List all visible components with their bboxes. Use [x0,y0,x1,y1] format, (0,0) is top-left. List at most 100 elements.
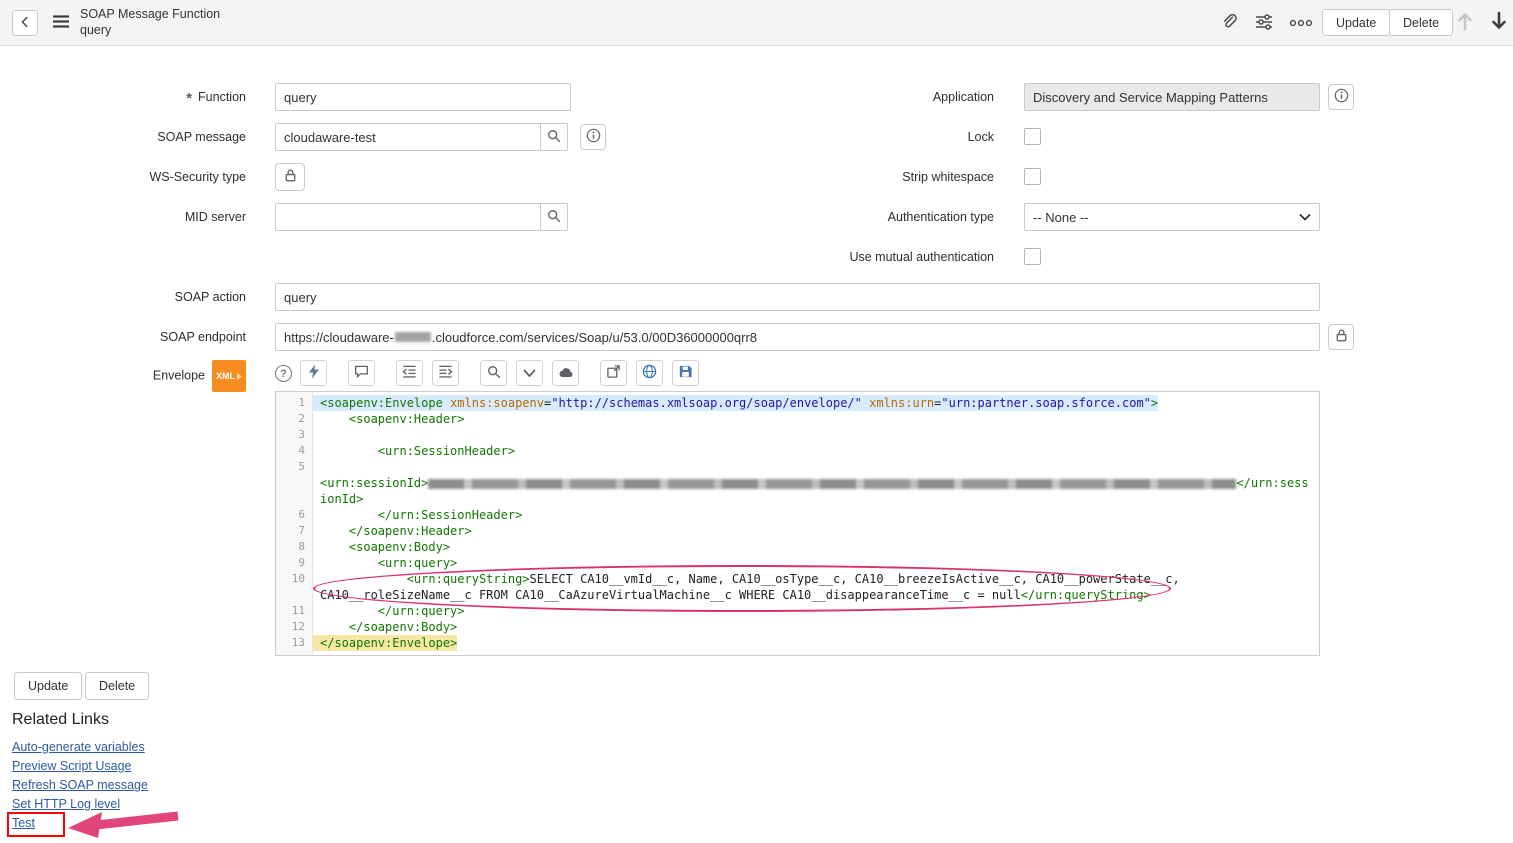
back-button[interactable] [12,10,38,36]
code-line: 3 [276,427,1319,443]
paperclip-icon [1220,13,1237,33]
hamburger-icon [52,14,70,32]
personalize-form-button[interactable] [1251,12,1277,34]
soap-message-input[interactable] [275,123,541,151]
application-input [1024,83,1320,111]
page-title: SOAP Message Function [80,6,220,22]
application-info-button[interactable] [1328,84,1354,110]
soap-endpoint-lock-button[interactable] [1328,324,1354,350]
strip-whitespace-checkbox[interactable] [1024,168,1041,185]
record-name: query [80,22,220,38]
footer-update-button[interactable]: Update [14,672,82,700]
related-link-refresh-soap-message[interactable]: Refresh SOAP message [12,778,148,792]
editor-search-button[interactable] [480,360,507,386]
shift-left-button[interactable] [396,360,423,386]
line-number [276,475,313,491]
code-line: 7 </soapenv:Header> [276,523,1319,539]
related-link-set-http-log-level[interactable]: Set HTTP Log level [12,797,120,811]
use-mutual-authentication-label: Use mutual authentication [700,243,994,271]
authentication-type-label: Authentication type [700,203,994,231]
lock-icon [283,168,298,186]
line-number: 4 [276,443,313,459]
envelope-code-editor[interactable]: 1<soapenv:Envelope xmlns:soapenv="http:/… [275,391,1320,656]
search-icon [547,129,561,146]
soap-action-label: SOAP action [0,283,246,311]
soap-endpoint-input[interactable]: https://cloudaware-.cloudforce.com/servi… [275,323,1320,351]
code-line: ionId> [276,491,1319,507]
code-line: 1<soapenv:Envelope xmlns:soapenv="http:/… [276,395,1319,411]
lock-checkbox[interactable] [1024,128,1041,145]
lock-label: Lock [700,123,994,151]
open-fullscreen-button[interactable] [600,360,627,386]
editor-help-icon[interactable]: ? [275,365,292,382]
code-line: 13</soapenv:Envelope> [276,635,1319,651]
globe-help-icon [642,364,657,382]
function-input[interactable] [275,83,571,111]
arrow-down-icon [1490,11,1508,34]
soap-message-function-page: SOAP Message Function query Update Delet… [0,0,1513,843]
code-line: 6 </urn:SessionHeader> [276,507,1319,523]
related-links-title: Related Links [12,711,109,729]
info-icon [586,128,601,146]
mid-server-label: MID server [0,203,246,231]
more-options-button[interactable] [1287,15,1315,31]
function-label: *Function [0,83,246,111]
shift-right-icon [438,364,453,382]
chevron-down-icon [1299,213,1311,221]
soap-message-label: SOAP message [0,123,246,151]
ws-security-type-button[interactable] [275,163,305,191]
badge-triangle-icon [237,373,242,380]
mid-server-input[interactable] [275,203,541,231]
editor-save-button[interactable] [672,360,699,386]
mandatory-indicator-icon: * [186,90,192,107]
strip-whitespace-label: Strip whitespace [700,163,994,191]
context-menu-button[interactable] [50,13,72,33]
back-chevron-icon [18,15,32,32]
code-line: <urn:sessionId></urn:sess [276,475,1319,491]
chevron-down-icon [523,366,536,381]
code-line: 9 <urn:query> [276,555,1319,571]
search-icon [487,365,501,382]
shift-right-button[interactable] [432,360,459,386]
line-number [276,491,313,507]
envelope-type-badge[interactable]: XML [212,360,246,392]
line-number: 3 [276,427,313,443]
soap-action-input[interactable] [275,283,1320,311]
attachments-button[interactable] [1216,12,1240,34]
mid-server-lookup-button[interactable] [540,203,568,231]
footer-delete-button[interactable]: Delete [85,672,149,700]
find-next-button[interactable] [516,360,543,386]
related-links-list: Auto-generate variables Preview Script Us… [12,740,148,835]
form-header: SOAP Message Function query Update Delet… [0,0,1513,46]
related-link-test[interactable]: Test [12,816,35,830]
cloud-icon [558,366,574,381]
related-link-preview-script-usage[interactable]: Preview Script Usage [12,759,132,773]
next-record-button[interactable] [1486,9,1512,35]
related-link-auto-generate-variables[interactable]: Auto-generate variables [12,740,145,754]
format-code-button[interactable] [300,360,327,386]
line-number: 11 [276,603,313,619]
code-line: 5 [276,459,1319,475]
header-update-button[interactable]: Update [1322,9,1390,36]
soap-message-lookup-button[interactable] [540,123,568,151]
authentication-type-value: -- None -- [1033,210,1089,225]
authentication-type-select[interactable]: -- None -- [1024,203,1320,231]
soap-endpoint-label: SOAP endpoint [0,323,246,351]
line-number: 6 [276,507,313,523]
code-line: 10 <urn:queryString>SELECT CA10__vmId__c… [276,571,1319,587]
line-number: 5 [276,459,313,475]
format-code-icon [307,364,321,382]
soap-endpoint-value-suffix: .cloudforce.com/services/Soap/u/53.0/00D… [432,330,757,345]
replace-all-button[interactable] [552,360,579,386]
toggle-comment-button[interactable] [348,360,375,386]
soap-message-preview-button[interactable] [580,124,606,150]
use-mutual-authentication-checkbox[interactable] [1024,248,1041,265]
external-link-icon [606,364,621,382]
header-delete-button[interactable]: Delete [1389,9,1453,36]
redacted-session-id [428,479,1236,489]
line-number: 9 [276,555,313,571]
previous-record-button[interactable] [1452,9,1478,35]
shift-left-icon [402,364,417,382]
editor-help-globe-button[interactable] [636,360,663,386]
ws-security-type-label: WS-Security type [0,163,246,191]
